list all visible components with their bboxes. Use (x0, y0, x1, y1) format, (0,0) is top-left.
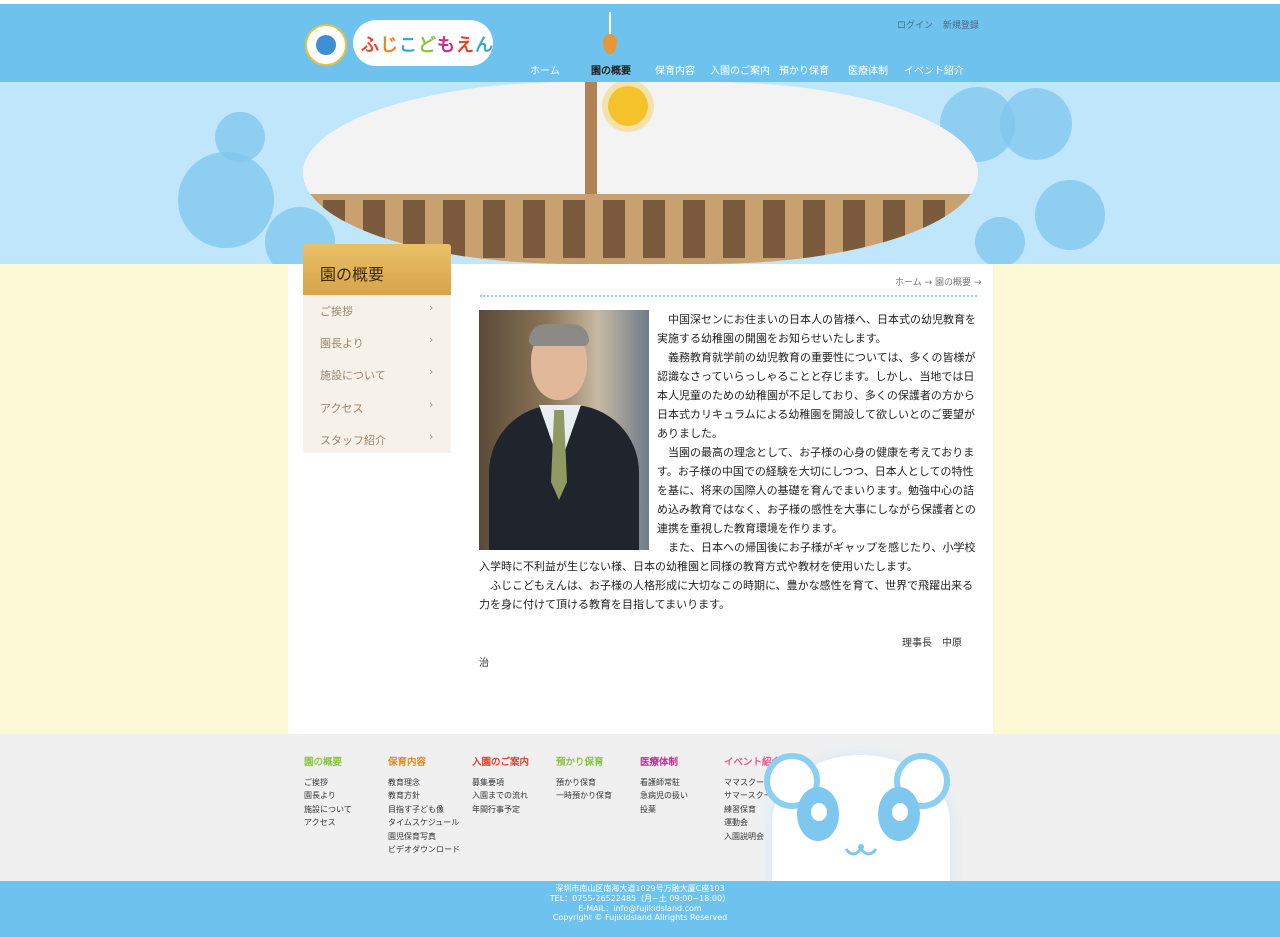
sidebar-menu: ご挨拶 › 園長より › 施設について › アクセス › スタッフ紹介 › (303, 295, 451, 453)
nav-daycare[interactable]: 預かり保育 (779, 62, 829, 77)
footer-column-heading[interactable]: 入園のご案内 (472, 756, 529, 770)
footer-link[interactable]: 預かり保育 (556, 776, 612, 790)
panda-mascot-icon (764, 753, 950, 890)
nav-events[interactable]: イベント紹介 (904, 62, 964, 77)
footer-link[interactable]: 看護師常駐 (640, 776, 688, 790)
banner-sun-icon (608, 86, 648, 126)
login-link[interactable]: ログイン (897, 21, 933, 31)
breadcrumb[interactable]: ホーム → 園の概要 → (895, 275, 981, 288)
footer-link[interactable]: アクセス (304, 816, 352, 830)
chevron-right-icon: › (429, 430, 434, 443)
logo-char: こ (399, 35, 418, 56)
decor-bubble (178, 152, 274, 248)
footer-link[interactable]: 目指す子ども像 (388, 803, 460, 817)
top-header: ふじこどもえん ログイン 新規登録 ホーム 園の概要 保育内容 入園のご案内 預… (0, 0, 1280, 82)
nav-medical[interactable]: 医療体制 (848, 62, 888, 77)
banner-cubby (483, 200, 505, 258)
footer-column: 預かり保育 預かり保育 一時預かり保育 (556, 756, 612, 803)
footer-link[interactable]: ビデオダウンロード (388, 843, 460, 857)
decor-bubble (215, 112, 265, 162)
panda-mouth-icon (844, 844, 878, 856)
footer-link[interactable]: 教育方針 (388, 789, 460, 803)
sidebar-item-facilities[interactable]: 施設について (320, 367, 386, 383)
logo-char: ふ (361, 35, 380, 56)
banner-cubby (723, 200, 745, 258)
footer-link[interactable]: 入園までの流れ (472, 789, 529, 803)
banner-cubby (603, 200, 625, 258)
logo-char: ん (475, 35, 494, 56)
sidebar-item-greeting[interactable]: ご挨拶 (320, 303, 353, 319)
footer-column: 園の概要ご挨拶 園長より 施設について アクセス (304, 756, 352, 830)
decor-bubble (1035, 180, 1105, 250)
logo-char: も (437, 35, 456, 56)
paragraph: ふじこどもえんは、お子様の人格形成に大切なこの時期に、豊かな感性を育て、世界で飛… (479, 579, 974, 611)
banner-cubby (803, 200, 825, 258)
footer-link[interactable]: 教育理念 (388, 776, 460, 790)
sidebar-header: 園の概要 (303, 244, 451, 295)
footer-column: 医療体制看護師常駐 急病児の扱い 投薬 (640, 756, 688, 816)
chevron-right-icon: › (429, 398, 434, 411)
footer-link[interactable]: 急病児の扱い (640, 789, 688, 803)
banner-cubby (843, 200, 865, 258)
register-link[interactable]: 新規登録 (943, 21, 979, 31)
account-links: ログイン 新規登録 (897, 18, 986, 31)
footer-column-heading[interactable]: 園の概要 (304, 756, 352, 770)
greeting-text: 中国深センにお住まいの日本人の皆様へ、日本式の幼児教育を実施する幼稚園の開園をお… (479, 310, 976, 614)
sidebar-item-staff[interactable]: スタッフ紹介 (320, 432, 386, 448)
footer-copyright: Copyright © Fujikidsland Allrights Reser… (552, 913, 728, 922)
footer-contact-bar: 深圳市南山区南海大道1029号万融大厦C座103 TEL：0755-265224… (0, 881, 1280, 937)
nav-pendant-lamp-icon (603, 34, 617, 54)
decor-bubble (975, 217, 1025, 264)
footer-column: 入園のご案内 募集要項 入園までの流れ 年間行事予定 (472, 756, 529, 816)
sidebar-item-principal[interactable]: 園長より (320, 335, 364, 351)
banner-cubby (923, 200, 945, 258)
panda-eye (797, 787, 839, 841)
banner-cubby (883, 200, 905, 258)
classroom-banner-image (303, 82, 978, 264)
footer-link[interactable]: タイムスケジュール (388, 816, 460, 830)
banner-cubby (683, 200, 705, 258)
logo-char: ど (418, 35, 437, 56)
sidebar-item-access[interactable]: アクセス (320, 400, 363, 416)
footer-link[interactable]: ご挨拶 (304, 776, 352, 790)
signature: 理事長 中原 (902, 638, 962, 649)
footer-link[interactable]: 一時預かり保育 (556, 789, 612, 803)
signature-continued: 治 (479, 658, 489, 669)
banner-cubby (523, 200, 545, 258)
decor-bubble (1000, 88, 1072, 160)
footer-column-heading[interactable]: 預かり保育 (556, 756, 612, 770)
banner-tree (585, 82, 597, 194)
nav-overview[interactable]: 園の概要 (591, 62, 631, 77)
nav-curriculum[interactable]: 保育内容 (655, 62, 695, 77)
footer-column-heading[interactable]: 保育内容 (388, 756, 460, 770)
logo-char: じ (380, 35, 399, 56)
banner-cubby (643, 200, 665, 258)
footer-link[interactable]: 園児保育写真 (388, 830, 460, 844)
site-logo[interactable]: ふじこどもえん (305, 20, 495, 70)
logo-char: え (456, 35, 475, 56)
logo-emblem-icon (305, 24, 347, 66)
footer-link[interactable]: 投薬 (640, 803, 688, 817)
footer-column: 保育内容教育理念 教育方針 目指す子ども像 タイムスケジュール 園児保育写真 ビデオダウン… (388, 756, 460, 857)
dotted-divider (480, 295, 977, 297)
nav-home[interactable]: ホーム (530, 62, 560, 77)
photo-float-spacer (479, 310, 657, 550)
banner-cubby (563, 200, 585, 258)
panda-eye (878, 787, 920, 841)
banner-cubby (763, 200, 785, 258)
footer-link[interactable]: 年間行事予定 (472, 803, 529, 817)
logo-text: ふじこどもえん (361, 31, 494, 57)
nav-admission[interactable]: 入園のご案内 (710, 62, 770, 77)
chevron-right-icon: › (429, 365, 434, 378)
footer-link[interactable]: 施設について (304, 803, 352, 817)
chevron-right-icon: › (429, 301, 434, 314)
footer-column-heading[interactable]: 医療体制 (640, 756, 688, 770)
footer-link[interactable]: 園長より (304, 789, 352, 803)
sidebar-title: 園の概要 (320, 265, 385, 284)
chevron-right-icon: › (429, 333, 434, 346)
footer-link[interactable]: 募集要項 (472, 776, 529, 790)
